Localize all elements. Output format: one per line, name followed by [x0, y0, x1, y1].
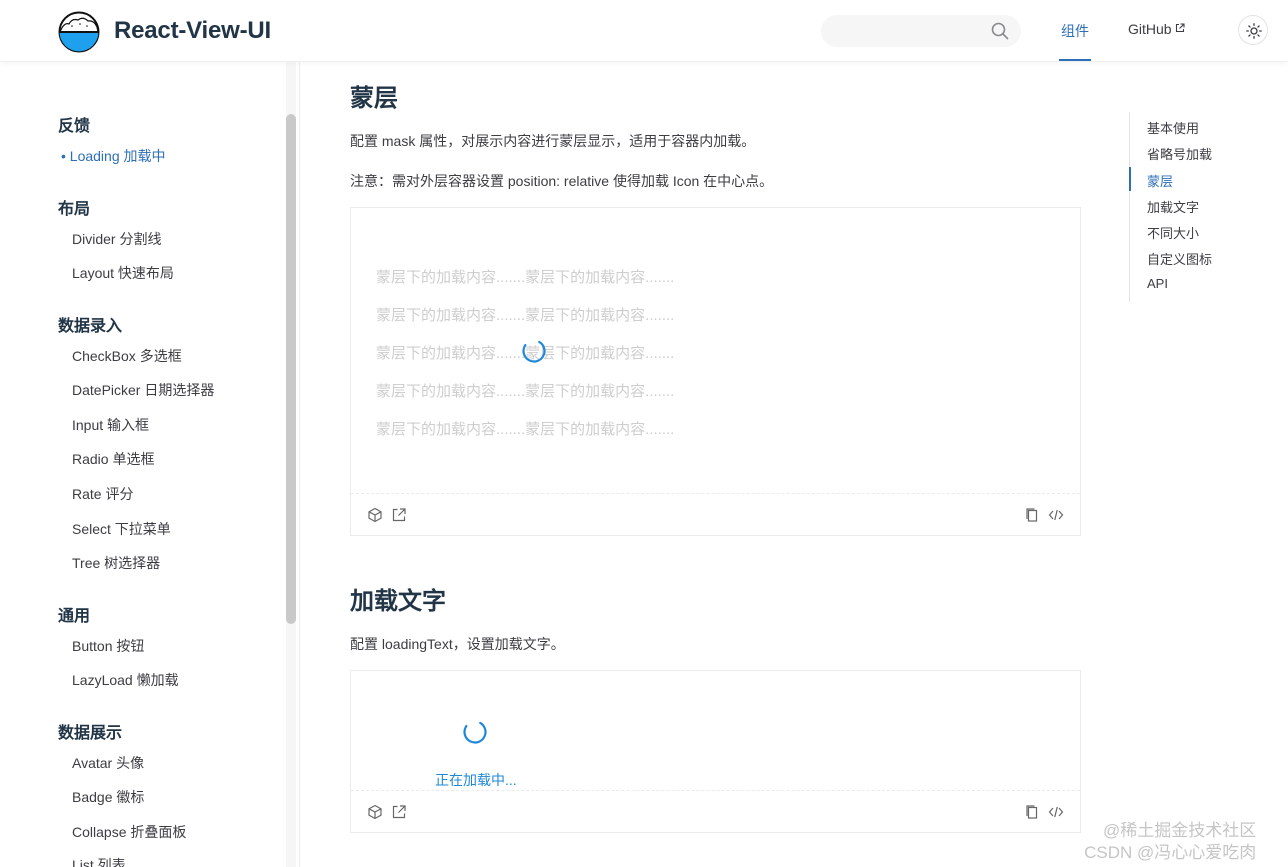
nav-active-indicator — [1059, 59, 1091, 61]
loading-spinner-icon — [522, 339, 546, 363]
brand-title[interactable]: React-View-UI — [114, 17, 271, 45]
demo-toolbar — [351, 493, 1080, 535]
watermark-line-1: @稀土掘金技术社区 — [1103, 821, 1257, 840]
sidebar-item-avatar[interactable]: Avatar 头像 — [72, 753, 144, 773]
toc-item-sizes[interactable]: 不同大小 — [1147, 223, 1199, 242]
sidebar-scrollbar-thumb[interactable] — [286, 114, 296, 624]
copy-icon[interactable] — [1024, 507, 1040, 523]
sidebar-item-input[interactable]: Input 输入框 — [72, 415, 149, 435]
show-code-icon[interactable] — [1048, 507, 1064, 523]
open-external-icon[interactable] — [391, 507, 407, 523]
theme-toggle-button[interactable] — [1238, 15, 1268, 45]
sidebar-group-data-entry: 数据录入 — [58, 318, 123, 335]
sidebar-item-rate[interactable]: Rate 评分 — [72, 484, 133, 504]
codesandbox-icon[interactable] — [367, 507, 383, 523]
codesandbox-icon[interactable] — [367, 804, 383, 820]
mask-note: 注意：需对外层容器设置 position: relative 使得加载 Icon… — [350, 173, 774, 189]
loading-text-description: 配置 loadingText，设置加载文字。 — [350, 636, 565, 652]
sidebar-group-feedback: 反馈 — [58, 118, 91, 135]
sun-icon — [1246, 23, 1262, 39]
external-link-icon — [1175, 23, 1185, 33]
sidebar-item-collapse[interactable]: Collapse 折叠面板 — [72, 822, 186, 842]
toc-item-mask[interactable]: 蒙层 — [1147, 171, 1173, 190]
demo-box-mask: 蒙层下的加载内容.......蒙层下的加载内容....... 蒙层下的加载内容.… — [350, 207, 1081, 536]
watermark: @稀土掘金技术社区 CSDN @冯心心爱吃肉 — [1083, 820, 1256, 864]
mask-description: 配置 mask 属性，对展示内容进行蒙层显示，适用于容器内加载。 — [350, 133, 756, 149]
demo-box-loading-text: 正在加载中... — [350, 670, 1081, 833]
nav-link-github[interactable]: GitHub — [1128, 21, 1185, 37]
sidebar-group-layout: 布局 — [58, 201, 91, 218]
sidebar-group-general: 通用 — [58, 608, 91, 625]
copy-icon[interactable] — [1024, 804, 1040, 820]
sidebar-item-list[interactable]: List 列表 — [72, 855, 126, 867]
toc-item-loading-text[interactable]: 加载文字 — [1147, 197, 1199, 216]
sidebar-item-radio[interactable]: Radio 单选框 — [72, 449, 154, 469]
sidebar-item-lazyload[interactable]: LazyLoad 懒加载 — [72, 670, 179, 690]
section-title-mask: 蒙层 — [350, 85, 398, 112]
table-of-contents: 基本使用 省略号加载 蒙层 加载文字 不同大小 自定义图标 API — [1129, 112, 1269, 302]
sidebar-item-select[interactable]: Select 下拉菜单 — [72, 519, 171, 539]
nav-link-components[interactable]: 组件 — [1061, 21, 1089, 41]
toc-item-api[interactable]: API — [1147, 276, 1168, 291]
sidebar-item-layout[interactable]: Layout 快速布局 — [72, 263, 174, 283]
sidebar-item-badge[interactable]: Badge 徽标 — [72, 787, 144, 807]
section-title-loading-text: 加载文字 — [350, 588, 446, 615]
toc-item-ellipsis[interactable]: 省略号加载 — [1147, 144, 1212, 163]
sidebar-item-checkbox[interactable]: CheckBox 多选框 — [72, 346, 182, 366]
sidebar-item-divider[interactable]: Divider 分割线 — [72, 229, 161, 249]
watermark-line-2: CSDN @冯心心爱吃肉 — [1084, 843, 1257, 862]
sidebar-item-button[interactable]: Button 按钮 — [72, 636, 144, 656]
loading-text-label: 正在加载中... — [435, 772, 517, 788]
loading-mask-overlay — [351, 208, 1080, 493]
loading-spinner-icon — [463, 720, 487, 744]
open-external-icon[interactable] — [391, 804, 407, 820]
demo-toolbar — [351, 790, 1080, 832]
sidebar-group-data-display: 数据展示 — [58, 725, 123, 742]
toc-item-custom-icon[interactable]: 自定义图标 — [1147, 249, 1212, 268]
rice-bowl-logo-icon[interactable] — [58, 11, 100, 53]
sidebar-item-tree[interactable]: Tree 树选择器 — [72, 553, 160, 573]
sidebar: 反馈 • Loading 加载中 布局 Divider 分割线 Layout 快… — [0, 62, 300, 867]
search-icon[interactable] — [991, 22, 1009, 40]
toc-item-basic[interactable]: 基本使用 — [1147, 118, 1199, 137]
sidebar-item-datepicker[interactable]: DatePicker 日期选择器 — [72, 380, 214, 400]
search-box[interactable] — [821, 15, 1021, 47]
toc-active-marker — [1129, 167, 1131, 191]
nav-github-label: GitHub — [1128, 21, 1172, 37]
top-navbar: React-View-UI 组件 GitHub — [0, 0, 1288, 62]
search-input[interactable] — [835, 15, 985, 47]
show-code-icon[interactable] — [1048, 804, 1064, 820]
sidebar-item-loading[interactable]: • Loading 加载中 — [61, 146, 166, 166]
